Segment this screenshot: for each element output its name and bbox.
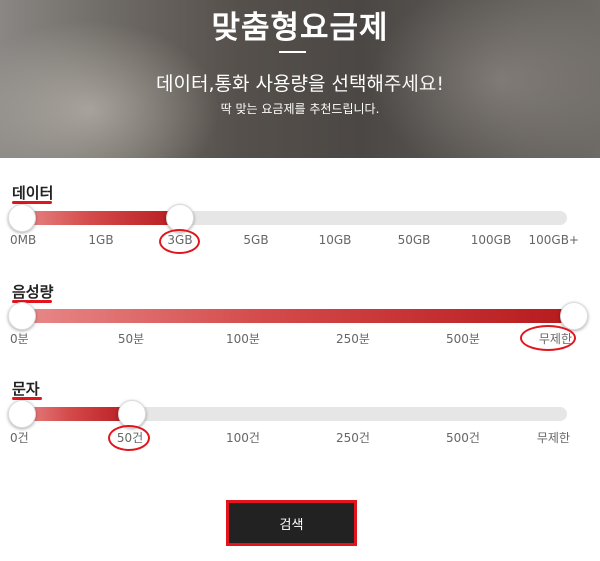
data-slider-knob[interactable] (166, 204, 194, 232)
search-button[interactable]: 검색 (226, 500, 357, 546)
data-tick[interactable]: 100GB (471, 233, 511, 247)
voice-label: 음성량 (12, 283, 54, 301)
sms-slider-track[interactable] (18, 407, 567, 421)
sms-tick[interactable]: 0건 (10, 429, 29, 446)
data-slider-track[interactable] (18, 211, 567, 225)
voice-tick[interactable]: 100분 (226, 330, 260, 347)
hero-subtitle: 데이터,통화 사용량을 선택해주세요! (156, 73, 444, 95)
voice-slider-track[interactable] (18, 309, 567, 323)
data-slider-fill (18, 211, 180, 225)
voice-slider-fill (18, 309, 567, 323)
voice-slider-min-knob[interactable] (8, 302, 36, 330)
voice-selection-highlight (520, 325, 576, 351)
voice-tick[interactable]: 50분 (118, 330, 144, 347)
data-label: 데이터 (12, 184, 54, 202)
voice-slider-knob[interactable] (560, 302, 588, 330)
hero-banner: 맞춤형요금제 데이터,통화 사용량을 선택해주세요! 딱 맞는 요금제를 추천드… (0, 0, 600, 158)
title-divider (279, 51, 306, 53)
voice-tick[interactable]: 0분 (10, 330, 29, 347)
data-tick[interactable]: 1GB (88, 233, 113, 247)
data-slider-min-knob[interactable] (8, 204, 36, 232)
data-tick[interactable]: 10GB (319, 233, 352, 247)
sms-tick[interactable]: 250건 (336, 429, 370, 446)
sms-label: 문자 (12, 380, 40, 398)
sms-slider-min-knob[interactable] (8, 400, 36, 428)
sms-tick[interactable]: 100건 (226, 429, 260, 446)
page-title: 맞춤형요금제 (211, 10, 389, 46)
hero-description: 딱 맞는 요금제를 추천드립니다. (220, 102, 380, 116)
data-selection-highlight (159, 229, 200, 254)
sms-tick[interactable]: 500건 (446, 429, 480, 446)
sms-slider-knob[interactable] (118, 400, 146, 428)
sms-tick[interactable]: 무제한 (537, 429, 570, 446)
data-tick[interactable]: 5GB (243, 233, 268, 247)
voice-tick[interactable]: 500분 (446, 330, 480, 347)
sms-label-underline (12, 397, 42, 400)
data-tick[interactable]: 50GB (398, 233, 431, 247)
sms-selection-highlight (108, 425, 150, 451)
data-tick[interactable]: 0MB (10, 233, 36, 247)
voice-tick[interactable]: 250분 (336, 330, 370, 347)
data-tick[interactable]: 100GB+ (529, 233, 580, 247)
